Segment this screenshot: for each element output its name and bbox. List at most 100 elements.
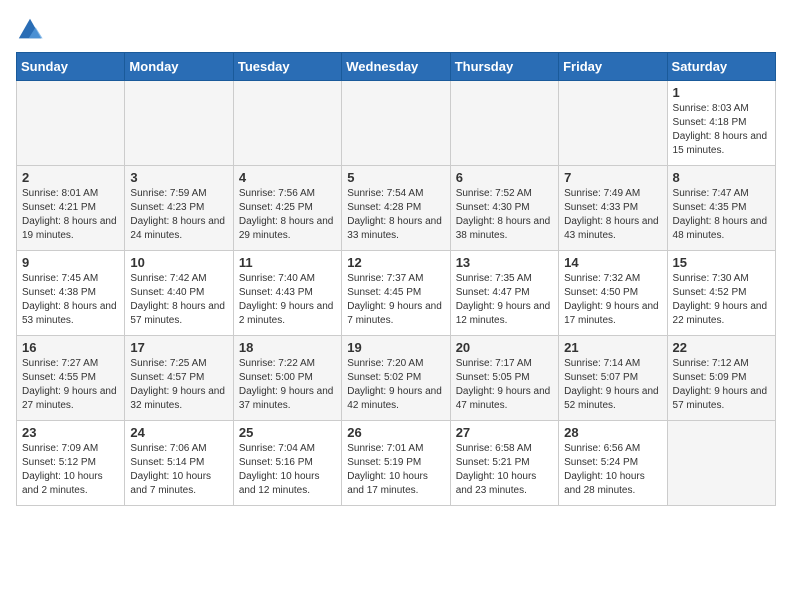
calendar-cell: 4 Sunrise: 7:56 AM Sunset: 4:25 PM Daylig… — [233, 166, 341, 251]
calendar-week-row: 16 Sunrise: 7:27 AM Sunset: 4:55 PM Dayli… — [17, 336, 776, 421]
day-detail: Sunrise: 6:56 AM Sunset: 5:24 PM Dayligh… — [564, 442, 661, 498]
calendar-cell: 8 Sunrise: 7:47 AM Sunset: 4:35 PM Daylig… — [667, 166, 775, 251]
day-number: 2 — [22, 170, 119, 185]
calendar-cell: 7 Sunrise: 7:49 AM Sunset: 4:33 PM Daylig… — [559, 166, 667, 251]
day-number: 14 — [564, 255, 661, 270]
calendar-cell: 27 Sunrise: 6:58 AM Sunset: 5:21 PM Dayli… — [450, 421, 558, 506]
calendar-cell — [667, 421, 775, 506]
day-number: 6 — [456, 170, 553, 185]
day-detail: Sunrise: 7:17 AM Sunset: 5:05 PM Dayligh… — [456, 357, 553, 413]
calendar-cell: 10 Sunrise: 7:42 AM Sunset: 4:40 PM Dayli… — [125, 251, 233, 336]
day-number: 13 — [456, 255, 553, 270]
weekday-header-saturday: Saturday — [667, 53, 775, 81]
calendar-cell: 26 Sunrise: 7:01 AM Sunset: 5:19 PM Dayli… — [342, 421, 450, 506]
day-number: 1 — [673, 85, 770, 100]
day-detail: Sunrise: 7:56 AM Sunset: 4:25 PM Dayligh… — [239, 187, 336, 243]
calendar-cell: 13 Sunrise: 7:35 AM Sunset: 4:47 PM Dayli… — [450, 251, 558, 336]
calendar-cell — [125, 81, 233, 166]
calendar-cell — [559, 81, 667, 166]
day-number: 23 — [22, 425, 119, 440]
day-detail: Sunrise: 7:01 AM Sunset: 5:19 PM Dayligh… — [347, 442, 444, 498]
calendar-cell: 23 Sunrise: 7:09 AM Sunset: 5:12 PM Dayli… — [17, 421, 125, 506]
day-number: 12 — [347, 255, 444, 270]
day-number: 19 — [347, 340, 444, 355]
logo — [16, 16, 48, 44]
calendar-cell — [450, 81, 558, 166]
day-number: 20 — [456, 340, 553, 355]
day-detail: Sunrise: 6:58 AM Sunset: 5:21 PM Dayligh… — [456, 442, 553, 498]
day-number: 8 — [673, 170, 770, 185]
calendar-cell: 19 Sunrise: 7:20 AM Sunset: 5:02 PM Dayli… — [342, 336, 450, 421]
day-detail: Sunrise: 7:12 AM Sunset: 5:09 PM Dayligh… — [673, 357, 770, 413]
day-number: 17 — [130, 340, 227, 355]
day-detail: Sunrise: 7:37 AM Sunset: 4:45 PM Dayligh… — [347, 272, 444, 328]
calendar-cell: 25 Sunrise: 7:04 AM Sunset: 5:16 PM Dayli… — [233, 421, 341, 506]
calendar-cell: 20 Sunrise: 7:17 AM Sunset: 5:05 PM Dayli… — [450, 336, 558, 421]
calendar-cell: 11 Sunrise: 7:40 AM Sunset: 4:43 PM Dayli… — [233, 251, 341, 336]
calendar-cell: 16 Sunrise: 7:27 AM Sunset: 4:55 PM Dayli… — [17, 336, 125, 421]
day-detail: Sunrise: 7:04 AM Sunset: 5:16 PM Dayligh… — [239, 442, 336, 498]
day-number: 24 — [130, 425, 227, 440]
day-number: 3 — [130, 170, 227, 185]
day-number: 25 — [239, 425, 336, 440]
day-detail: Sunrise: 7:09 AM Sunset: 5:12 PM Dayligh… — [22, 442, 119, 498]
calendar-cell — [17, 81, 125, 166]
day-number: 9 — [22, 255, 119, 270]
day-number: 15 — [673, 255, 770, 270]
calendar-table: SundayMondayTuesdayWednesdayThursdayFrid… — [16, 52, 776, 506]
day-number: 10 — [130, 255, 227, 270]
day-detail: Sunrise: 7:22 AM Sunset: 5:00 PM Dayligh… — [239, 357, 336, 413]
weekday-header-tuesday: Tuesday — [233, 53, 341, 81]
day-number: 11 — [239, 255, 336, 270]
day-detail: Sunrise: 7:20 AM Sunset: 5:02 PM Dayligh… — [347, 357, 444, 413]
calendar-header-row: SundayMondayTuesdayWednesdayThursdayFrid… — [17, 53, 776, 81]
day-number: 7 — [564, 170, 661, 185]
day-number: 26 — [347, 425, 444, 440]
calendar-cell: 12 Sunrise: 7:37 AM Sunset: 4:45 PM Dayli… — [342, 251, 450, 336]
calendar-cell: 21 Sunrise: 7:14 AM Sunset: 5:07 PM Dayli… — [559, 336, 667, 421]
day-detail: Sunrise: 8:03 AM Sunset: 4:18 PM Dayligh… — [673, 102, 770, 158]
day-detail: Sunrise: 7:42 AM Sunset: 4:40 PM Dayligh… — [130, 272, 227, 328]
weekday-header-sunday: Sunday — [17, 53, 125, 81]
calendar-cell: 18 Sunrise: 7:22 AM Sunset: 5:00 PM Dayli… — [233, 336, 341, 421]
day-number: 18 — [239, 340, 336, 355]
day-detail: Sunrise: 7:49 AM Sunset: 4:33 PM Dayligh… — [564, 187, 661, 243]
calendar-cell: 17 Sunrise: 7:25 AM Sunset: 4:57 PM Dayli… — [125, 336, 233, 421]
page-header — [16, 16, 776, 44]
calendar-cell: 3 Sunrise: 7:59 AM Sunset: 4:23 PM Daylig… — [125, 166, 233, 251]
calendar-week-row: 1 Sunrise: 8:03 AM Sunset: 4:18 PM Daylig… — [17, 81, 776, 166]
calendar-cell: 9 Sunrise: 7:45 AM Sunset: 4:38 PM Daylig… — [17, 251, 125, 336]
day-number: 22 — [673, 340, 770, 355]
day-number: 16 — [22, 340, 119, 355]
weekday-header-monday: Monday — [125, 53, 233, 81]
weekday-header-wednesday: Wednesday — [342, 53, 450, 81]
calendar-cell: 5 Sunrise: 7:54 AM Sunset: 4:28 PM Daylig… — [342, 166, 450, 251]
day-detail: Sunrise: 7:54 AM Sunset: 4:28 PM Dayligh… — [347, 187, 444, 243]
day-number: 5 — [347, 170, 444, 185]
calendar-cell: 1 Sunrise: 8:03 AM Sunset: 4:18 PM Daylig… — [667, 81, 775, 166]
day-detail: Sunrise: 7:14 AM Sunset: 5:07 PM Dayligh… — [564, 357, 661, 413]
day-number: 4 — [239, 170, 336, 185]
calendar-cell: 24Sunrise: 7:06 AM Sunset: 5:14 PM Dayli… — [125, 421, 233, 506]
day-detail: Sunrise: 7:59 AM Sunset: 4:23 PM Dayligh… — [130, 187, 227, 243]
day-number: 21 — [564, 340, 661, 355]
day-detail: Sunrise: 7:27 AM Sunset: 4:55 PM Dayligh… — [22, 357, 119, 413]
day-detail: Sunrise: 7:52 AM Sunset: 4:30 PM Dayligh… — [456, 187, 553, 243]
calendar-cell: 2 Sunrise: 8:01 AM Sunset: 4:21 PM Daylig… — [17, 166, 125, 251]
day-detail: Sunrise: 7:25 AM Sunset: 4:57 PM Dayligh… — [130, 357, 227, 413]
day-detail: Sunrise: 7:35 AM Sunset: 4:47 PM Dayligh… — [456, 272, 553, 328]
day-number: 28 — [564, 425, 661, 440]
day-detail: Sunrise: 7:47 AM Sunset: 4:35 PM Dayligh… — [673, 187, 770, 243]
calendar-week-row: 2 Sunrise: 8:01 AM Sunset: 4:21 PM Daylig… — [17, 166, 776, 251]
calendar-week-row: 9 Sunrise: 7:45 AM Sunset: 4:38 PM Daylig… — [17, 251, 776, 336]
day-detail: Sunrise: 7:32 AM Sunset: 4:50 PM Dayligh… — [564, 272, 661, 328]
calendar-cell: 6 Sunrise: 7:52 AM Sunset: 4:30 PM Daylig… — [450, 166, 558, 251]
weekday-header-friday: Friday — [559, 53, 667, 81]
weekday-header-thursday: Thursday — [450, 53, 558, 81]
logo-icon — [16, 16, 44, 44]
day-detail: Sunrise: 7:45 AM Sunset: 4:38 PM Dayligh… — [22, 272, 119, 328]
day-detail: Sunrise: 7:30 AM Sunset: 4:52 PM Dayligh… — [673, 272, 770, 328]
day-detail: Sunrise: 8:01 AM Sunset: 4:21 PM Dayligh… — [22, 187, 119, 243]
day-number: 27 — [456, 425, 553, 440]
day-detail: Sunrise: 7:40 AM Sunset: 4:43 PM Dayligh… — [239, 272, 336, 328]
